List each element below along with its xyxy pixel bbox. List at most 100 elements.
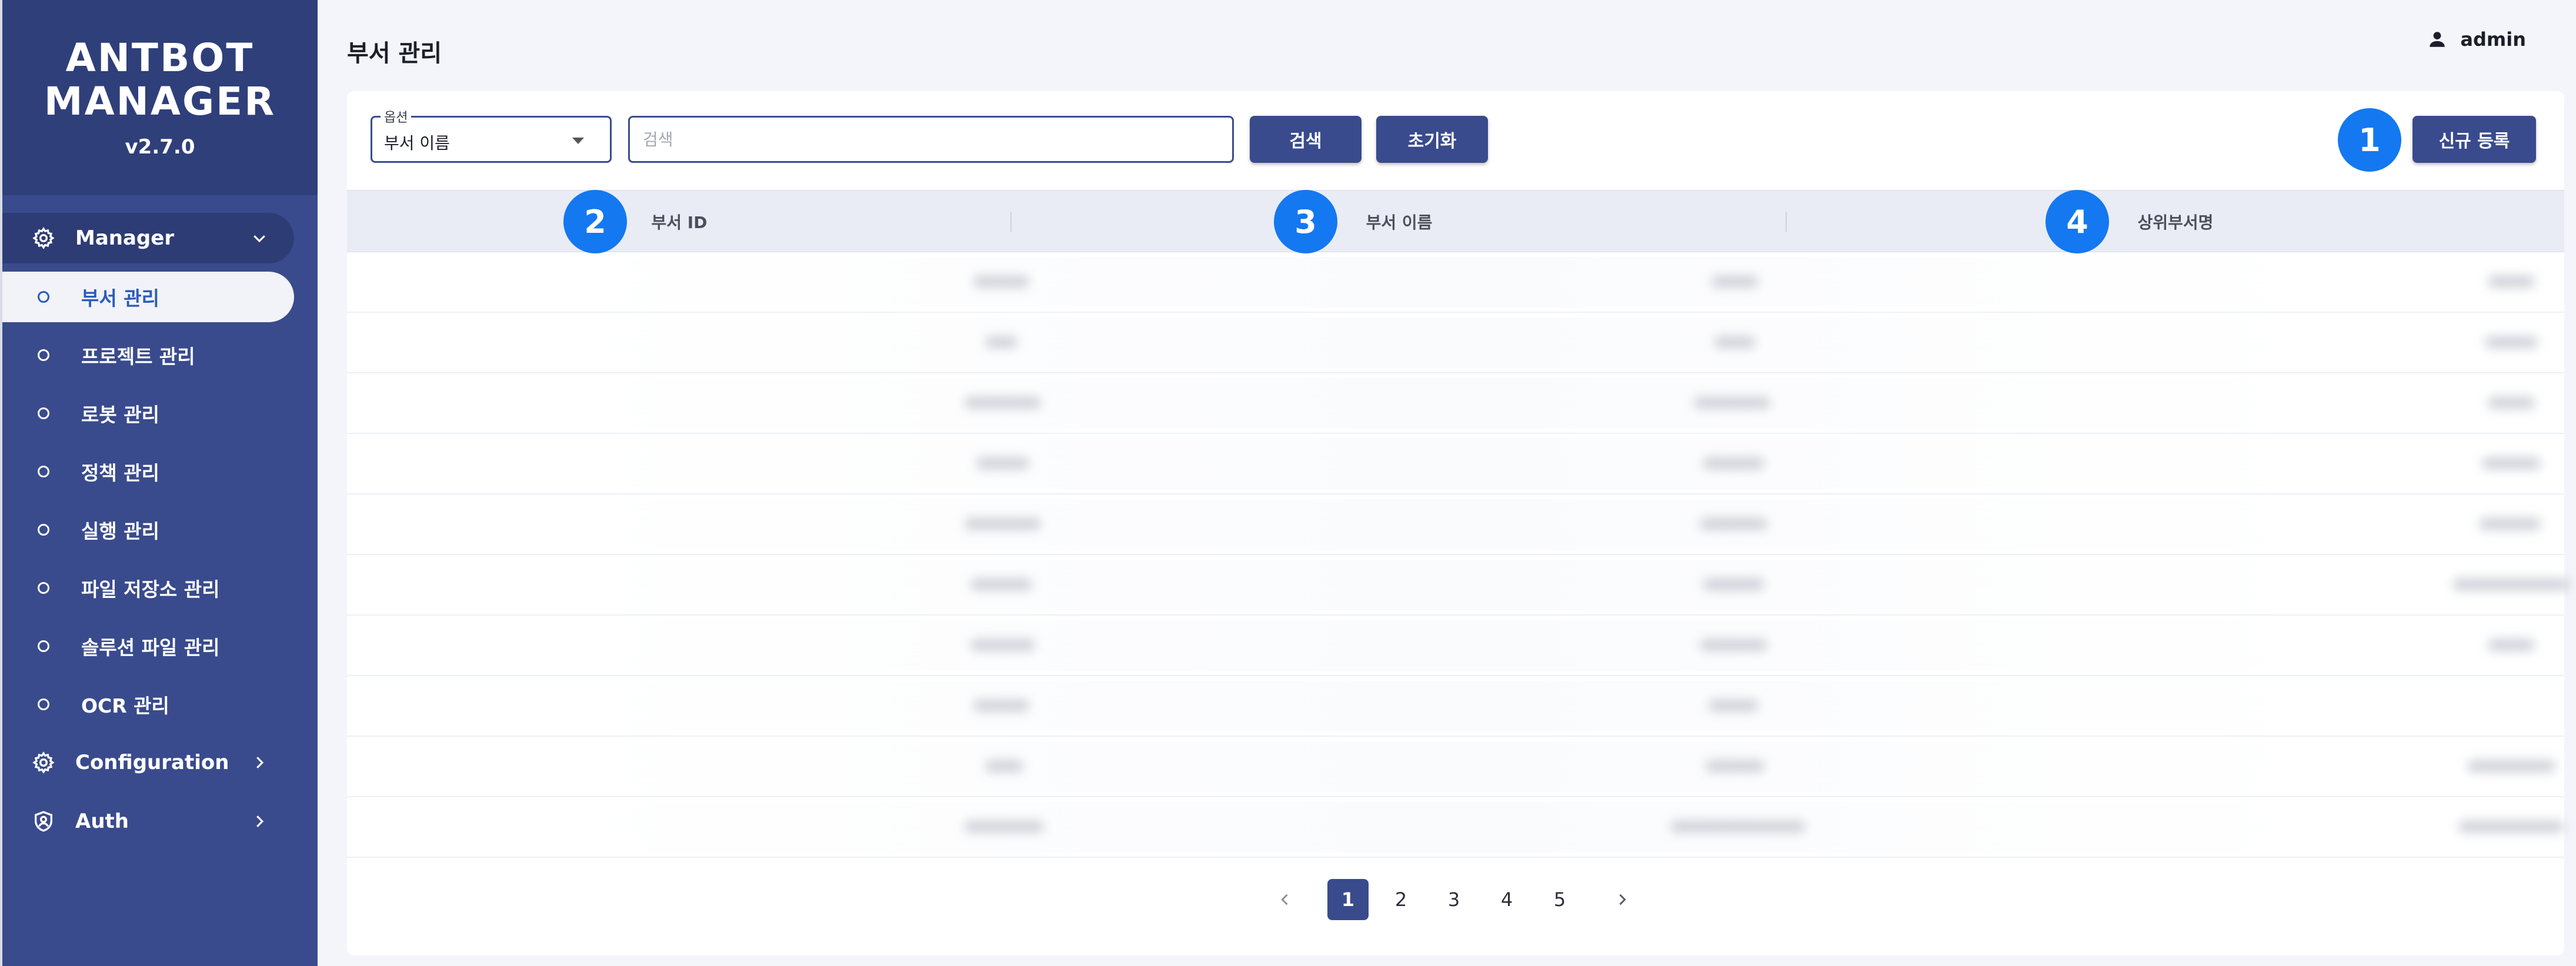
search-input[interactable] <box>628 116 1234 163</box>
table-row[interactable] <box>347 313 2564 373</box>
page-button-1[interactable]: 1 <box>1327 879 1369 920</box>
blurred-cell <box>976 457 1029 469</box>
annotation-badge: 1 <box>2338 108 2401 172</box>
blurred-cell <box>1700 639 1767 651</box>
sidebar-item-execution[interactable]: 실행 관리 <box>2 504 294 555</box>
blurred-cell <box>2488 276 2535 288</box>
annotation-badge: 3 <box>1274 190 1337 253</box>
blurred-cell <box>965 397 1041 409</box>
sidebar: ANTBOT MANAGER v2.7.0 Manager 부서 관리 프로젝트… <box>0 0 318 966</box>
table-row[interactable] <box>347 555 2570 616</box>
sidebar-group-configuration[interactable]: Configuration <box>2 737 294 788</box>
circle-icon <box>38 524 49 536</box>
sidebar-item-label: 로봇 관리 <box>81 403 159 426</box>
brand-name-line1: ANTBOT <box>65 35 255 81</box>
blurred-cell <box>1714 336 1756 348</box>
sidebar-item-robot[interactable]: 로봇 관리 <box>2 388 294 439</box>
page-title: 부서 관리 <box>347 40 442 67</box>
search-button[interactable]: 검색 <box>1250 116 1362 163</box>
page-button-5[interactable]: 5 <box>1539 879 1580 920</box>
blurred-cell <box>2458 821 2564 833</box>
sidebar-item-ocr[interactable]: OCR 관리 <box>2 679 294 730</box>
blurred-cell <box>970 579 1032 590</box>
gear-icon <box>32 227 55 249</box>
blurred-cell <box>985 760 1023 772</box>
search-option-select[interactable]: 옵션 부서 이름 <box>371 107 612 163</box>
blurred-cell <box>1709 700 1759 711</box>
blurred-cell <box>2452 579 2570 590</box>
table-row[interactable] <box>347 434 2564 494</box>
brand-block: ANTBOT MANAGER v2.7.0 <box>2 0 318 195</box>
circle-icon <box>38 582 49 594</box>
blurred-cell <box>2485 336 2538 348</box>
sidebar-group-label: Auth <box>75 810 129 833</box>
new-register-button[interactable]: 신규 등록 <box>2413 116 2536 163</box>
sidebar-item-solution-file[interactable]: 솔루션 파일 관리 <box>2 621 294 671</box>
sidebar-item-department[interactable]: 부서 관리 <box>2 272 294 322</box>
table-row[interactable] <box>347 494 2564 555</box>
table-row[interactable] <box>347 737 2564 797</box>
department-table: 부서 ID 부서 이름 상위부서명 2 3 4 <box>347 190 2570 858</box>
blurred-cell <box>1694 397 1770 409</box>
circle-icon <box>38 291 49 303</box>
blurred-cell <box>973 700 1029 711</box>
blurred-cell <box>2482 457 2541 469</box>
user-menu[interactable]: admin <box>2427 28 2526 51</box>
column-divider[interactable] <box>1010 212 1012 232</box>
select-value: 부서 이름 <box>384 133 450 153</box>
user-icon <box>2430 32 2445 47</box>
page-button-4[interactable]: 4 <box>1486 879 1527 920</box>
next-page-button[interactable] <box>1601 879 1643 920</box>
content-card: 옵션 부서 이름 검색 초기화 1 신규 등록 부서 ID 부서 이름 상위부서… <box>347 91 2570 955</box>
column-header-department-name[interactable]: 부서 이름 <box>1012 190 1787 253</box>
table-row[interactable] <box>347 252 2564 313</box>
blurred-cell <box>2479 518 2541 530</box>
shield-user-icon <box>35 811 52 832</box>
reset-button[interactable]: 초기화 <box>1376 116 1488 163</box>
search-toolbar: 옵션 부서 이름 검색 초기화 1 신규 등록 <box>347 91 2564 190</box>
chevron-right-icon <box>256 815 264 827</box>
sidebar-group-label: Manager <box>75 226 175 250</box>
prev-page-button[interactable] <box>1264 879 1306 920</box>
blurred-cell <box>2467 760 2555 772</box>
table-header: 부서 ID 부서 이름 상위부서명 2 3 4 <box>347 190 2564 253</box>
blurred-cell <box>1670 821 1806 833</box>
gear-icon <box>32 751 55 774</box>
annotation-badge: 2 <box>563 190 627 253</box>
pagination: 1 2 3 4 5 <box>347 879 2564 920</box>
table-row[interactable] <box>347 616 2564 676</box>
annotation-badge: 4 <box>2046 190 2109 253</box>
circle-icon <box>38 698 49 710</box>
sidebar-item-label: 프로젝트 관리 <box>81 345 195 368</box>
table-row[interactable] <box>347 676 2564 737</box>
sidebar-item-project[interactable]: 프로젝트 관리 <box>2 330 294 380</box>
blurred-cell <box>985 336 1017 348</box>
page-button-2[interactable]: 2 <box>1380 879 1422 920</box>
sidebar-item-label: 솔루션 파일 관리 <box>81 636 220 659</box>
table-row[interactable] <box>347 797 2564 858</box>
select-label: 옵션 <box>381 107 412 126</box>
sidebar-item-label: 부서 관리 <box>81 287 159 310</box>
sidebar-menu: Manager 부서 관리 프로젝트 관리 로봇 관리 정책 관리 실행 관리 … <box>2 195 318 847</box>
blurred-cell <box>1706 760 1764 772</box>
sidebar-group-auth[interactable]: Auth <box>2 796 294 847</box>
column-divider[interactable] <box>1786 212 1787 232</box>
sidebar-item-policy[interactable]: 정책 관리 <box>2 446 294 497</box>
brand-name-line2: MANAGER <box>44 79 276 124</box>
circle-icon <box>38 407 49 419</box>
table-row[interactable] <box>347 373 2564 434</box>
sidebar-item-file-storage[interactable]: 파일 저장소 관리 <box>2 563 294 613</box>
page-button-3[interactable]: 3 <box>1433 879 1474 920</box>
column-header-parent-department[interactable]: 상위부서명 <box>1787 190 2564 253</box>
column-header-department-id[interactable]: 부서 ID <box>347 190 1012 253</box>
blurred-cell <box>2488 639 2535 651</box>
blurred-cell <box>965 821 1044 833</box>
app-version: v2.7.0 <box>125 135 195 159</box>
sidebar-group-label: Configuration <box>75 751 229 774</box>
blurred-cell <box>1711 276 1759 288</box>
chevron-right-icon <box>256 757 264 768</box>
sidebar-group-manager[interactable]: Manager <box>2 213 294 263</box>
caret-down-icon <box>572 138 584 144</box>
sidebar-item-label: 정책 관리 <box>81 462 159 484</box>
circle-icon <box>38 349 49 361</box>
